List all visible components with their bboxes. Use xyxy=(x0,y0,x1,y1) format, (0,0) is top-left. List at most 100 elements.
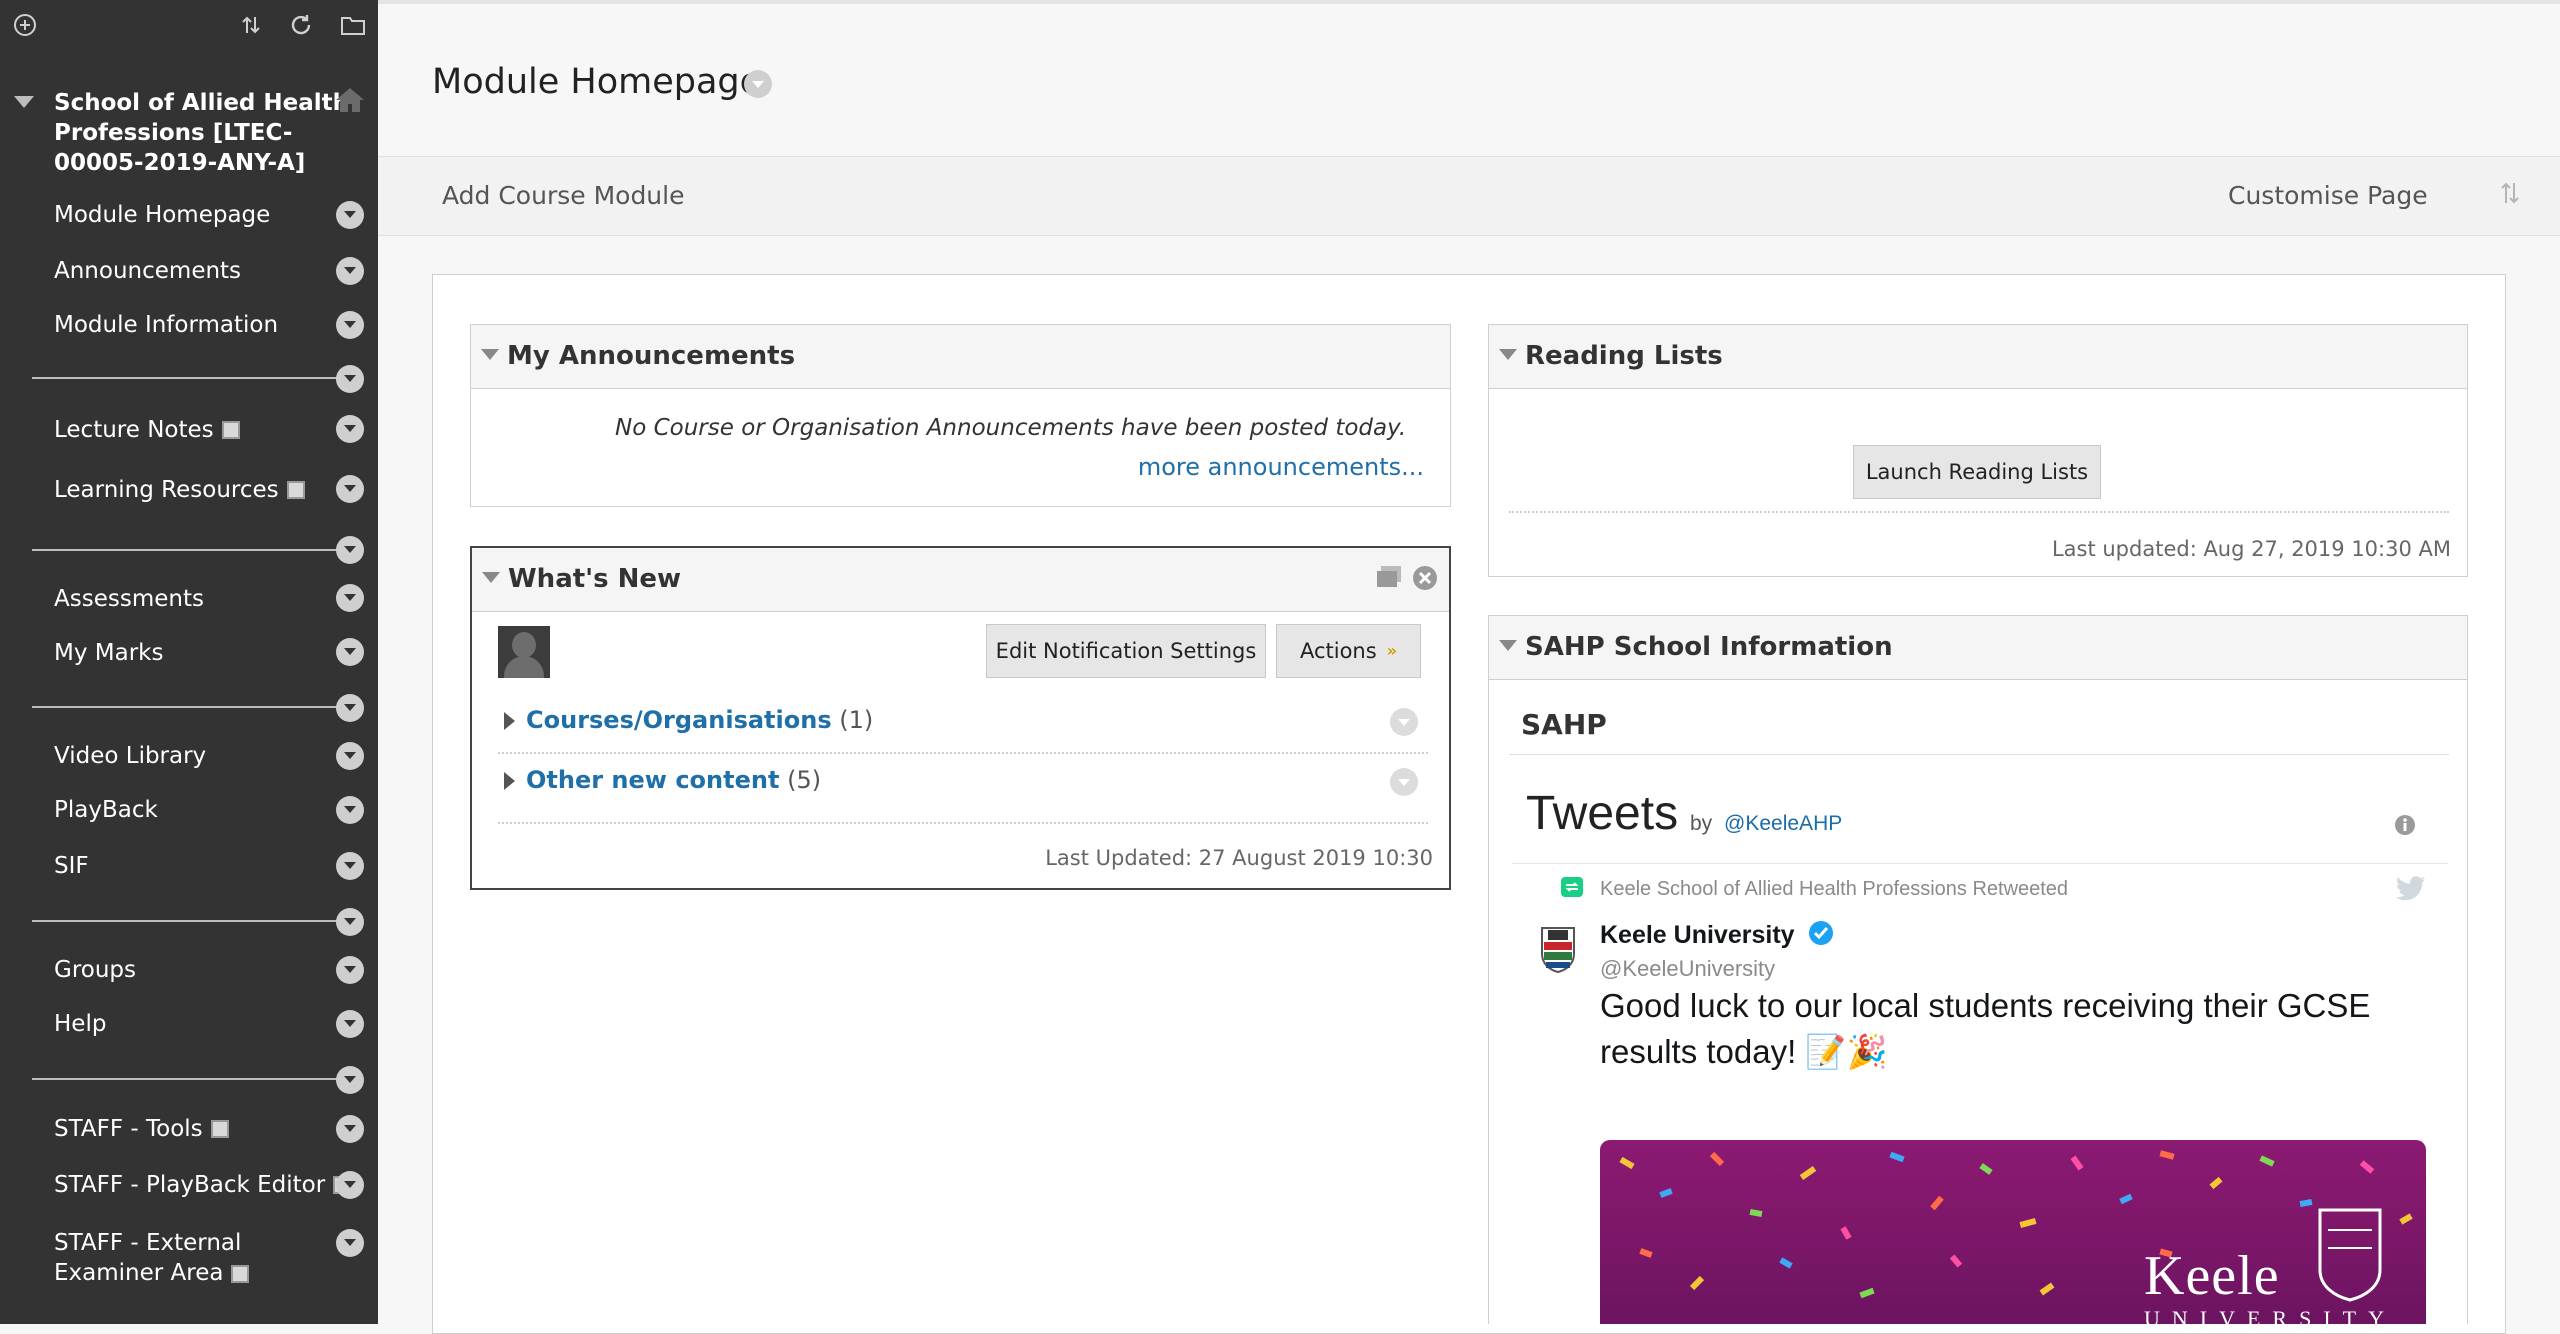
chevron-down-icon[interactable] xyxy=(336,742,364,770)
row-label[interactable]: Other new content xyxy=(526,766,779,794)
other-new-content-row[interactable]: Other new content (5) xyxy=(526,766,821,794)
sidebar-item-announcements[interactable]: Announcements xyxy=(54,256,241,286)
page-toolbar: Add Course Module Customise Page xyxy=(378,156,2560,236)
add-course-module-button[interactable]: Add Course Module xyxy=(442,181,684,210)
content-area-icon xyxy=(221,421,240,439)
collapse-caret-icon[interactable] xyxy=(1499,640,1517,651)
refresh-icon[interactable] xyxy=(286,10,316,40)
menu-divider xyxy=(32,377,342,379)
menu-divider xyxy=(32,706,342,708)
sidebar-item-label: Module Homepage xyxy=(54,202,271,228)
chevron-down-icon[interactable] xyxy=(336,638,364,666)
collapse-caret-icon[interactable] xyxy=(481,349,499,360)
sidebar-item-help[interactable]: Help xyxy=(54,1009,106,1039)
chevron-down-icon[interactable] xyxy=(1390,708,1418,736)
sidebar-item-assessments[interactable]: Assessments xyxy=(54,584,204,614)
expand-caret-icon[interactable] xyxy=(504,772,515,790)
tweet-author-handle[interactable]: @KeeleUniversity xyxy=(1600,956,1775,982)
sidebar-item-staff-tools[interactable]: STAFF - Tools xyxy=(54,1114,229,1144)
section-heading: SAHP xyxy=(1521,708,1607,741)
chevron-down-icon[interactable] xyxy=(336,536,364,564)
module-header: What's New xyxy=(472,548,1449,612)
actions-label: Actions xyxy=(1299,639,1377,663)
course-title[interactable]: School of Allied Health Professions [LTE… xyxy=(54,88,354,178)
chevron-down-icon[interactable] xyxy=(336,415,364,443)
chevron-down-icon[interactable] xyxy=(336,694,364,722)
content-area-icon xyxy=(286,481,305,499)
chevron-down-icon[interactable] xyxy=(336,956,364,984)
sidebar-item-module-homepage[interactable]: Module Homepage xyxy=(54,200,270,230)
reading-lists-module: Reading Lists Launch Reading Lists Last … xyxy=(1488,324,2468,577)
expand-caret-icon[interactable] xyxy=(504,712,515,730)
tweets-title: Tweets xyxy=(1526,787,1679,840)
sidebar-item-video-library[interactable]: Video Library xyxy=(54,741,206,771)
sidebar-item-staff-playback-editor[interactable]: STAFF - PlayBack Editor xyxy=(54,1170,352,1200)
reorder-icon[interactable] xyxy=(236,10,266,40)
close-icon[interactable] xyxy=(1411,564,1439,596)
collapse-caret-icon[interactable] xyxy=(1499,349,1517,360)
customise-page-button[interactable]: Customise Page xyxy=(2228,181,2428,210)
tweet-media-image[interactable]: Keele UNIVERSITY xyxy=(1600,1140,2426,1324)
chevron-down-icon[interactable] xyxy=(336,796,364,824)
chevron-down-icon[interactable] xyxy=(336,852,364,880)
sidebar-item-label: STAFF - External Examiner Area xyxy=(54,1230,242,1286)
sidebar-item-learning-resources[interactable]: Learning Resources xyxy=(54,475,305,505)
author-name-text: Keele University xyxy=(1600,921,1795,950)
sidebar-item-staff-external-examiner[interactable]: STAFF - External Examiner Area xyxy=(54,1228,344,1288)
info-icon[interactable] xyxy=(2394,814,2416,840)
row-divider xyxy=(498,822,1428,824)
retweet-icon xyxy=(1560,876,1584,902)
chevron-down-icon[interactable] xyxy=(336,201,364,229)
module-title: Reading Lists xyxy=(1525,341,1723,371)
keele-university-avatar[interactable] xyxy=(1540,926,1576,978)
actions-button[interactable]: Actions » xyxy=(1276,624,1421,678)
sidebar-item-sif[interactable]: SIF xyxy=(54,851,89,881)
courses-organisations-row[interactable]: Courses/Organisations (1) xyxy=(526,706,873,734)
collapse-caret-icon[interactable] xyxy=(482,572,500,583)
chevron-down-icon[interactable] xyxy=(336,475,364,503)
launch-reading-lists-button[interactable]: Launch Reading Lists xyxy=(1853,445,2101,499)
chevron-down-icon[interactable] xyxy=(336,1115,364,1143)
edit-notification-settings-button[interactable]: Edit Notification Settings xyxy=(986,624,1266,678)
sidebar-item-groups[interactable]: Groups xyxy=(54,955,136,985)
sidebar-item-module-information[interactable]: Module Information xyxy=(54,310,278,340)
tweets-handle-link[interactable]: @KeeleAHP xyxy=(1724,812,1842,835)
chevron-down-icon[interactable] xyxy=(336,1229,364,1257)
sidebar-item-playback[interactable]: PlayBack xyxy=(54,795,158,825)
chevron-down-icon[interactable] xyxy=(336,1010,364,1038)
sidebar-item-label: Announcements xyxy=(54,258,242,284)
row-label[interactable]: Courses/Organisations xyxy=(526,706,832,734)
sidebar-item-label: Groups xyxy=(54,957,137,983)
module-header: My Announcements xyxy=(471,325,1450,389)
sidebar-item-label: My Marks xyxy=(54,640,164,666)
page-title: Module Homepage xyxy=(432,62,762,102)
more-announcements-link[interactable]: more announcements... xyxy=(1138,453,1424,481)
chevron-down-icon[interactable] xyxy=(744,70,772,98)
university-brand-text: UNIVERSITY xyxy=(2144,1306,2396,1324)
sidebar-item-label: Module Information xyxy=(54,312,279,338)
keele-brand-text: Keele xyxy=(2144,1245,2280,1307)
chevron-down-icon[interactable] xyxy=(336,311,364,339)
sidebar-item-label: Learning Resources xyxy=(54,477,279,503)
chevron-down-icon[interactable] xyxy=(336,584,364,612)
whats-new-module: What's New Edit Notification Settings Ac… xyxy=(470,546,1451,890)
edit-tool-icon xyxy=(231,1264,250,1283)
tweets-divider xyxy=(1512,863,2448,864)
chevron-down-icon[interactable] xyxy=(336,1066,364,1094)
chevron-down-icon[interactable] xyxy=(336,908,364,936)
folder-view-icon[interactable] xyxy=(338,10,368,40)
reorder-icon[interactable] xyxy=(2498,179,2522,214)
twitter-bird-icon[interactable] xyxy=(2396,876,2426,904)
home-icon[interactable] xyxy=(334,86,368,116)
chevron-down-icon[interactable] xyxy=(1390,768,1418,796)
chevron-down-icon[interactable] xyxy=(336,365,364,393)
sidebar-item-label: Assessments xyxy=(54,586,204,612)
window-icon[interactable] xyxy=(1375,564,1403,594)
sidebar-item-my-marks[interactable]: My Marks xyxy=(54,638,163,668)
add-menu-item-icon[interactable] xyxy=(10,10,40,40)
chevron-down-icon[interactable] xyxy=(336,1171,364,1199)
collapse-caret-icon[interactable] xyxy=(14,96,34,108)
chevron-down-icon[interactable] xyxy=(336,257,364,285)
sidebar-item-lecture-notes[interactable]: Lecture Notes xyxy=(54,415,240,445)
tweet-author-name[interactable]: Keele University xyxy=(1600,920,1834,953)
